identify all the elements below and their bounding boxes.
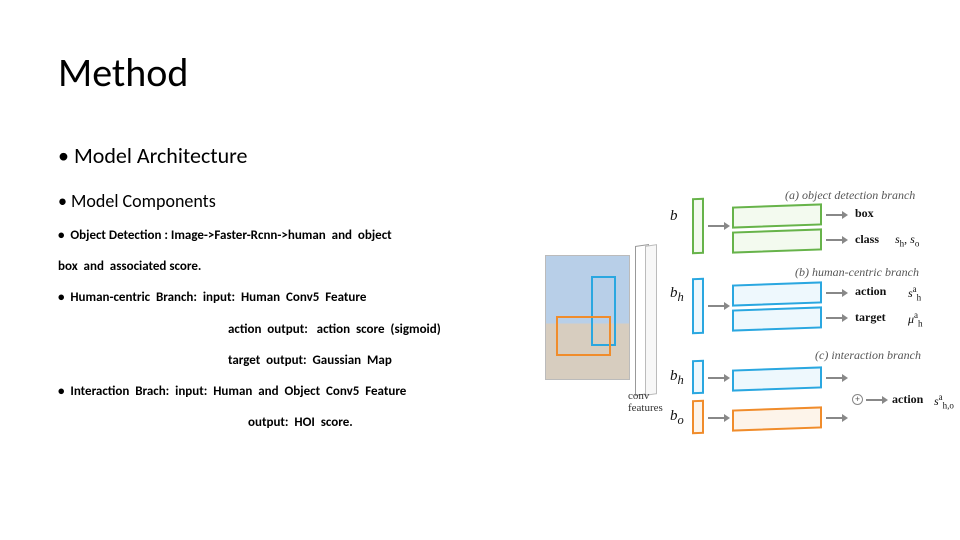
line-target-output: target output: Gaussian Map bbox=[58, 345, 588, 376]
arrow-icon bbox=[826, 418, 848, 419]
bh-label: bh bbox=[670, 285, 684, 305]
branch-a-caption: (a) object detection branch bbox=[785, 188, 915, 203]
branch-b-feat1 bbox=[732, 281, 822, 306]
bullet-architecture-text: Model Architecture bbox=[74, 142, 248, 169]
branch-c-feat-h bbox=[732, 366, 822, 391]
arrow-icon bbox=[826, 215, 848, 216]
class-label: class bbox=[855, 232, 879, 247]
action-label-c: action bbox=[892, 392, 923, 407]
branch-a-feat2 bbox=[732, 228, 822, 253]
bullet-dot: • bbox=[58, 190, 71, 212]
arrow-icon bbox=[708, 418, 730, 419]
line-box-score: box and associated score. bbox=[58, 251, 588, 282]
s-h-label: sh, so bbox=[895, 232, 919, 248]
branch-a-feat1 bbox=[732, 203, 822, 228]
box-label: box bbox=[855, 206, 874, 221]
arrow-icon bbox=[826, 318, 848, 319]
line-human-centric: • Human-centric Branch: input: Human Con… bbox=[58, 282, 588, 313]
line-interaction-branch: • Interaction Brach: input: Human and Ob… bbox=[58, 376, 588, 407]
conv-feature-slab-back bbox=[645, 244, 657, 396]
arrow-icon bbox=[708, 226, 730, 227]
line-object-detection: • Object Detection : Image->Faster-Rcnn-… bbox=[58, 220, 588, 251]
branch-b-feat2 bbox=[732, 306, 822, 331]
bullet-components-text: Model Components bbox=[71, 190, 216, 212]
bh2-label: bh bbox=[670, 368, 684, 388]
arrow-icon bbox=[708, 306, 730, 307]
branch-b-roi bbox=[692, 278, 704, 334]
input-image bbox=[545, 255, 630, 380]
conv-features-label: conv features bbox=[628, 390, 663, 414]
branch-c-roi-h bbox=[692, 360, 704, 394]
bullet-architecture: • Model Architecture bbox=[58, 142, 248, 169]
branch-c-roi-o bbox=[692, 400, 704, 434]
plus-merge-icon: + bbox=[852, 394, 863, 405]
arrow-icon bbox=[866, 400, 888, 401]
branch-c-caption: (c) interaction branch bbox=[815, 348, 921, 363]
branch-b-caption: (b) human-centric branch bbox=[795, 265, 919, 280]
b-label: b bbox=[670, 208, 678, 225]
arrow-icon bbox=[826, 240, 848, 241]
arrow-icon bbox=[708, 378, 730, 379]
action-label-b: action bbox=[855, 284, 886, 299]
line-action-output: action output: action score (sigmoid) bbox=[58, 314, 588, 345]
body-text: • Object Detection : Image->Faster-Rcnn-… bbox=[58, 220, 588, 438]
s-a-h-label: sah bbox=[908, 284, 921, 302]
arrow-icon bbox=[826, 378, 848, 379]
branch-c-feat-o bbox=[732, 406, 822, 431]
mu-a-h-label: μah bbox=[908, 310, 923, 328]
arrow-icon bbox=[826, 293, 848, 294]
bo-label: bo bbox=[670, 408, 684, 428]
slide-title: Method bbox=[58, 48, 188, 97]
bullet-dot: • bbox=[58, 142, 74, 169]
line-hoi-output: output: HOI score. bbox=[58, 407, 588, 438]
bullet-components: • Model Components bbox=[58, 190, 216, 212]
architecture-diagram: conv features b bh bh bo (a) object dete… bbox=[600, 190, 950, 460]
s-a-ho-label: sah,o bbox=[934, 392, 954, 410]
branch-a-roi bbox=[692, 198, 704, 254]
object-bbox bbox=[556, 316, 611, 356]
target-label: target bbox=[855, 310, 886, 325]
